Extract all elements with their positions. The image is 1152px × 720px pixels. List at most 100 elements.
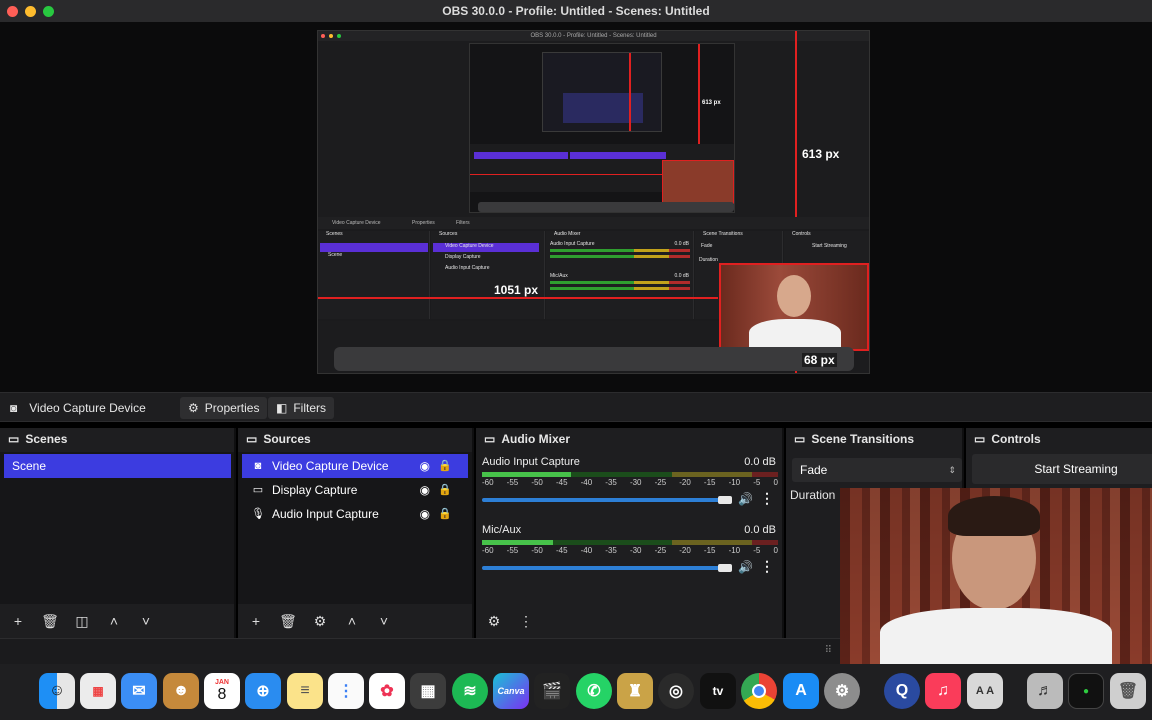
transition-select[interactable]: Fade ⇕ (792, 458, 962, 482)
app-store-icon[interactable]: A (783, 673, 819, 709)
spotify-icon[interactable]: ≋ (452, 673, 488, 709)
window-title: OBS 30.0.0 - Profile: Untitled - Scenes:… (442, 4, 710, 18)
nested-zoom-dot (337, 34, 341, 38)
source-item[interactable]: ◙ Video Capture Device ◉ 🔒 (242, 454, 468, 478)
visibility-eye-icon[interactable]: ◉ (420, 478, 430, 502)
nested-dock (478, 202, 734, 212)
visibility-eye-icon[interactable]: ◉ (420, 502, 430, 526)
font-book-icon[interactable]: A A (967, 673, 1003, 709)
webcam-hair (948, 496, 1040, 536)
preview-area[interactable]: OBS 30.0.0 - Profile: Untitled - Scenes:… (0, 22, 1152, 392)
source-item[interactable]: 🎙 Audio Input Capture ◉ 🔒 (242, 502, 468, 526)
sources-title: Sources (263, 432, 311, 446)
terminal-icon[interactable]: ● (1068, 673, 1104, 709)
filters-button[interactable]: ◧ Filters (268, 397, 335, 419)
quicktime-icon[interactable]: Q (884, 673, 920, 709)
scene-item[interactable]: Scene (4, 454, 231, 478)
channel-menu-button[interactable]: ⋮ (760, 558, 774, 575)
level-meter (482, 540, 778, 545)
scenes-toolbar: + 🗑 ◫ ˄ ˅ (0, 604, 234, 638)
panel-icon: ▭ (484, 432, 496, 446)
add-source-button[interactable]: + (240, 613, 272, 629)
volume-slider[interactable] (482, 566, 732, 570)
nested-meter (550, 287, 690, 290)
obs-icon[interactable]: ◎ (658, 673, 694, 709)
notes-icon[interactable]: ≡ (287, 673, 323, 709)
speaker-icon[interactable]: 🔊 (738, 560, 753, 574)
source-properties-button[interactable]: ⚙ (304, 613, 336, 630)
panel-icon: ▭ (974, 432, 986, 446)
microphone-icon: 🎙 (251, 508, 265, 520)
lock-icon[interactable]: 🔒 (438, 454, 452, 478)
move-source-down-button[interactable]: ˅ (368, 613, 400, 629)
webcam-shirt (880, 608, 1112, 664)
move-source-up-button[interactable]: ˄ (336, 613, 368, 629)
remove-scene-button[interactable]: 🗑 (34, 613, 66, 630)
audio-midi-icon[interactable]: ♬ (1027, 673, 1063, 709)
properties-button[interactable]: ⚙ Properties (180, 397, 268, 419)
source-item[interactable]: ▭ Display Capture ◉ 🔒 (242, 478, 468, 502)
nested-mixer-channel: Mic/Aux (550, 273, 568, 279)
nested-source-item: Video Capture Device (445, 243, 494, 249)
canva-icon[interactable]: Canva (493, 673, 529, 709)
gear-icon: ⚙ (188, 401, 199, 415)
finder-icon[interactable]: ☺ (39, 673, 75, 709)
final-cut-icon[interactable]: 🎬 (534, 673, 570, 709)
meter-scale-tick: -30 (629, 546, 642, 555)
volume-slider-knob[interactable] (718, 564, 732, 572)
move-scene-down-button[interactable]: ˅ (130, 613, 162, 629)
start-streaming-button[interactable]: Start Streaming (972, 454, 1152, 484)
mixer-menu-button[interactable]: ⋮ (510, 613, 542, 630)
volume-slider-knob[interactable] (718, 496, 732, 504)
meter-scale-tick: -35 (605, 478, 617, 487)
program-canvas[interactable]: OBS 30.0.0 - Profile: Untitled - Scenes:… (317, 30, 870, 374)
reminders-icon[interactable]: ⋮ (328, 673, 364, 709)
cinema-icon[interactable]: ♜ (617, 673, 653, 709)
scenes-panel: ▭ Scenes Scene + 🗑 ◫ ˄ ˅ (0, 428, 236, 638)
volume-slider[interactable] (482, 498, 732, 502)
calendar-icon[interactable]: JAN 8 (204, 673, 240, 709)
meter-scale-tick: -45 (555, 478, 568, 487)
chrome-icon[interactable] (741, 673, 777, 709)
width-annotation: 1051 px (494, 283, 539, 297)
mixer-settings-icon[interactable]: ⚙ (478, 613, 510, 630)
nested-mixer-channel: Audio Input Capture (550, 241, 595, 247)
webcam-overlay (840, 488, 1152, 664)
lock-icon[interactable]: 🔒 (438, 502, 452, 526)
system-settings-icon[interactable]: ⚙ (824, 673, 860, 709)
meter-scale-tick: -10 (728, 546, 741, 555)
meter-scale-tick: -25 (654, 478, 667, 487)
visibility-eye-icon[interactable]: ◉ (420, 454, 430, 478)
meter-scale-tick: -35 (605, 546, 617, 555)
channel-menu-button[interactable]: ⋮ (760, 490, 774, 507)
launchpad-icon[interactable]: ▦ (80, 673, 116, 709)
context-source: ◙ Video Capture Device (10, 393, 146, 423)
zoom-window-button[interactable] (43, 6, 54, 17)
lock-icon[interactable]: 🔒 (438, 478, 452, 502)
trash-icon[interactable]: 🗑 (1110, 673, 1146, 709)
meter-scale-tick: -20 (679, 478, 691, 487)
scenes-list: Scene (0, 452, 234, 604)
minimize-window-button[interactable] (25, 6, 36, 17)
apple-tv-icon[interactable]: tv (700, 673, 736, 709)
mixer-toolbar: ⚙ ⋮ (476, 604, 782, 638)
calculator-icon[interactable]: ▦ (410, 673, 446, 709)
whatsapp-icon[interactable]: ✆ (576, 673, 612, 709)
meter-scale: -60 -55 -50 -45 -40 -35 -30 -25 -20 -15 -10 -5 0 (482, 478, 778, 487)
photos-icon[interactable]: ✿ (369, 673, 405, 709)
contacts-icon[interactable]: ☻ (163, 673, 199, 709)
transition-select-value: Fade (800, 463, 828, 477)
music-icon[interactable]: ♫ (925, 673, 961, 709)
remove-source-button[interactable]: 🗑 (272, 613, 304, 630)
nested-duration-label: Duration (699, 257, 718, 263)
mail-icon[interactable]: ✉ (121, 673, 157, 709)
speaker-icon[interactable]: 🔊 (738, 492, 753, 506)
add-scene-button[interactable]: + (2, 613, 34, 629)
nested-inner-preview (542, 52, 662, 132)
transitions-title: Scene Transitions (811, 432, 915, 446)
scene-filters-button[interactable]: ◫ (66, 613, 98, 630)
nested-webcam (662, 160, 734, 204)
move-scene-up-button[interactable]: ˄ (98, 613, 130, 629)
safari-icon[interactable]: ⊕ (245, 673, 281, 709)
close-window-button[interactable] (7, 6, 18, 17)
